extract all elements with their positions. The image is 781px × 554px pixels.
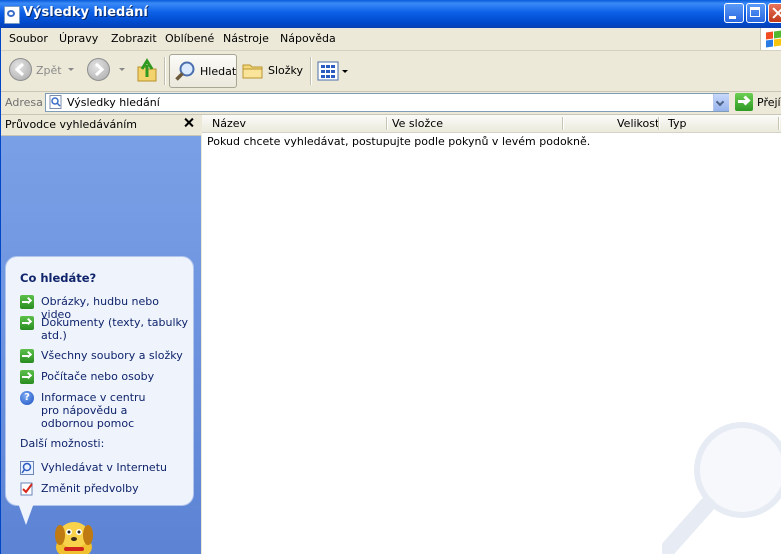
up-folder-button[interactable] xyxy=(135,57,159,83)
menu-favorites[interactable]: Oblíbené xyxy=(165,32,214,45)
search-results-icon xyxy=(49,95,62,109)
address-dropdown-button[interactable] xyxy=(713,94,729,111)
window-frame xyxy=(0,28,1,554)
address-value: Výsledky hledání xyxy=(67,96,160,109)
address-label: Adresa xyxy=(5,96,43,109)
column-name[interactable]: Název xyxy=(212,117,246,130)
title-bar: Výsledky hledání xyxy=(0,0,781,28)
green-arrow-icon xyxy=(20,349,34,363)
toolbar-separator xyxy=(164,57,166,85)
maximize-button[interactable] xyxy=(746,3,766,23)
menu-edit[interactable]: Úpravy xyxy=(59,32,98,45)
green-arrow-icon xyxy=(20,370,34,384)
option-documents[interactable]: Dokumenty (texty, tabulky atd.) xyxy=(20,316,190,344)
windows-logo-icon xyxy=(760,28,781,50)
bubble-tail xyxy=(18,503,34,525)
search-label: Hledat xyxy=(200,65,237,78)
search-companion-pane: Průvodce vyhledáváním Co hledáte? Obrázk… xyxy=(0,115,201,554)
option-label: Dokumenty (texty, tabulky atd.) xyxy=(41,316,189,342)
go-button[interactable]: Přejít xyxy=(757,96,781,109)
column-size[interactable]: Velikost xyxy=(617,117,659,130)
results-message: Pokud chcete vyhledávat, postupujte podl… xyxy=(207,135,591,148)
results-list[interactable]: Název Ve složce Velikost Typ Pokud chcet… xyxy=(202,115,781,554)
help-icon: ? xyxy=(20,391,34,405)
web-search-icon xyxy=(20,461,34,475)
column-header: Název Ve složce Velikost Typ xyxy=(202,115,781,133)
column-in-folder[interactable]: Ve složce xyxy=(392,117,443,130)
search-watermark-icon xyxy=(662,422,781,554)
option-label: Všechny soubory a složky xyxy=(41,349,183,362)
address-bar: Adresa Výsledky hledání Přejít xyxy=(0,92,781,115)
pane-title: Průvodce vyhledáváním xyxy=(5,118,137,131)
column-divider[interactable] xyxy=(778,117,780,130)
search-options-bubble: Co hledáte? Obrázky, hudbu nebo video Do… xyxy=(5,256,194,506)
more-options-label: Další možnosti: xyxy=(20,437,105,450)
option-label: Informace v centru pro nápovědu a odborn… xyxy=(41,391,146,430)
green-arrow-icon xyxy=(20,316,34,330)
menu-help[interactable]: Nápověda xyxy=(280,32,336,45)
option-search-internet[interactable]: Vyhledávat v Internetu xyxy=(20,461,190,475)
minimize-button[interactable] xyxy=(724,3,744,23)
forward-dropdown-icon[interactable] xyxy=(119,68,125,71)
forward-button[interactable] xyxy=(87,58,110,81)
window-title: Výsledky hledání xyxy=(23,5,148,20)
option-label: Počítače nebo osoby xyxy=(41,370,155,383)
back-label: Zpět xyxy=(36,64,62,77)
address-input[interactable]: Výsledky hledání xyxy=(45,93,729,112)
back-arrow-icon xyxy=(14,62,25,77)
search-heading: Co hledáte? xyxy=(20,271,97,285)
column-divider[interactable] xyxy=(562,117,564,130)
column-divider[interactable] xyxy=(658,117,660,130)
search-dog-icon[interactable] xyxy=(48,517,100,554)
column-divider[interactable] xyxy=(386,117,388,130)
option-all-files-folders[interactable]: Všechny soubory a složky xyxy=(20,349,190,363)
green-arrow-icon xyxy=(20,295,34,309)
option-label: Vyhledávat v Internetu xyxy=(41,461,167,474)
back-dropdown-icon[interactable] xyxy=(68,68,74,71)
menu-file[interactable]: Soubor xyxy=(9,32,48,45)
standard-toolbar: Zpět Hledat Složky xyxy=(0,51,781,92)
column-type[interactable]: Typ xyxy=(668,117,687,130)
close-button[interactable] xyxy=(768,3,781,23)
option-label: Změnit předvolby xyxy=(41,482,139,495)
forward-arrow-icon xyxy=(94,62,105,77)
search-results-window: Výsledky hledání Soubor Úpravy Zobrazit … xyxy=(0,0,781,554)
folders-icon[interactable] xyxy=(242,61,264,79)
toolbar-separator xyxy=(310,57,312,85)
option-change-preferences[interactable]: Změnit předvolby xyxy=(20,482,190,496)
menu-bar: Soubor Úpravy Zobrazit Oblíbené Nástroje… xyxy=(0,28,781,51)
go-arrow-icon[interactable] xyxy=(735,93,753,111)
menu-tools[interactable]: Nástroje xyxy=(223,32,269,45)
search-button[interactable]: Hledat xyxy=(169,54,237,88)
menu-view[interactable]: Zobrazit xyxy=(111,32,157,45)
magnifier-icon xyxy=(175,61,195,81)
search-window-icon xyxy=(4,6,20,24)
views-button[interactable] xyxy=(316,59,350,83)
pane-close-icon[interactable] xyxy=(182,116,196,130)
option-computers-people[interactable]: Počítače nebo osoby xyxy=(20,370,190,384)
back-button[interactable] xyxy=(9,58,32,81)
preferences-icon xyxy=(20,482,33,496)
option-pictures-music-video[interactable]: Obrázky, hudbu nebo video xyxy=(20,295,190,321)
option-help-center[interactable]: ? Informace v centru pro nápovědu a odbo… xyxy=(20,391,190,431)
folders-button[interactable]: Složky xyxy=(268,64,303,77)
pane-header: Průvodce vyhledáváním xyxy=(0,115,201,136)
